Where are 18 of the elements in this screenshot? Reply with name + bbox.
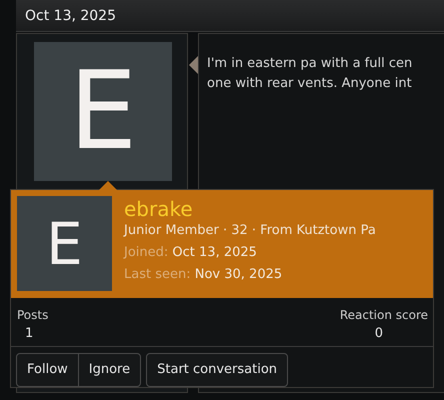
action-button[interactable]: Start conversation (147, 354, 288, 386)
stat-value: 0 (374, 325, 384, 343)
avatar[interactable]: E (34, 42, 172, 181)
fact-label: Last seen: (124, 267, 191, 282)
message-text: one with rear vents. Anyone int (207, 75, 412, 93)
stat-value: 1 (24, 325, 34, 343)
fact-value: Oct 13, 2025 (172, 245, 257, 260)
stat-label: Reaction score (340, 308, 428, 322)
action-button[interactable]: Ignore (78, 354, 140, 386)
member-info: Junior Member · 32 · From Kutztown Pa (124, 222, 376, 240)
action-button[interactable]: Follow (17, 354, 78, 386)
fact-value: Nov 30, 2025 (194, 267, 282, 282)
stat-label: Posts (17, 308, 48, 322)
fact-label: Joined: (124, 245, 168, 260)
avatar[interactable]: E (17, 196, 112, 291)
message-text: I'm in eastern pa with a full cen (207, 55, 412, 73)
post-date: Oct 13, 2025 (25, 8, 116, 24)
pointer-icon (189, 56, 198, 74)
